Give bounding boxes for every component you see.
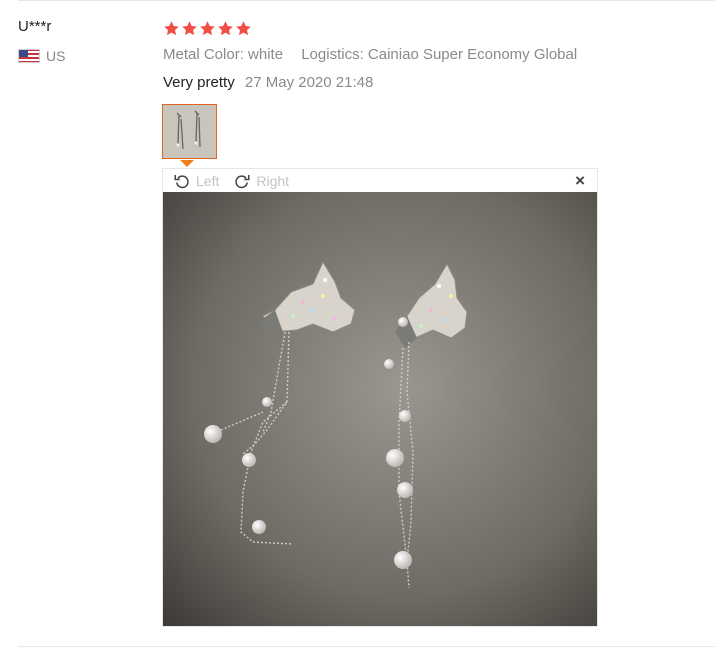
buyer-name: U***r — [18, 18, 52, 35]
star-rating — [163, 20, 252, 37]
star-icon — [182, 21, 197, 36]
buyer-country: US — [18, 48, 65, 64]
earrings-photo — [163, 192, 597, 626]
attribute-logistics: Logistics: Cainiao Super Economy Global — [301, 46, 578, 63]
star-icon — [218, 21, 233, 36]
earrings-thumbnail-image — [163, 105, 216, 158]
star-icon — [200, 21, 215, 36]
country-code: US — [46, 48, 66, 64]
rotate-right-icon — [235, 174, 250, 188]
rotate-right-button[interactable]: Right — [233, 172, 289, 190]
attribute-metal-color: Metal Color: white — [163, 46, 284, 63]
us-flag-icon — [18, 49, 40, 63]
review-date: 27 May 2020 21:48 — [244, 74, 374, 91]
thumbnail-selected-caret — [180, 160, 194, 167]
bottom-divider — [18, 646, 715, 647]
feedback-text: Very pretty — [163, 74, 235, 91]
star-icon — [236, 21, 251, 36]
image-viewer: Left Right × — [162, 168, 598, 627]
rotate-left-button[interactable]: Left — [173, 172, 219, 190]
order-attributes: Metal Color: white Logistics: Cainiao Su… — [163, 46, 577, 63]
review-photo — [163, 192, 597, 626]
rotate-left-icon — [174, 174, 189, 188]
rotate-right-label: Right — [256, 172, 290, 189]
rotate-left-label: Left — [196, 172, 220, 189]
close-icon[interactable]: × — [575, 172, 585, 189]
review-image-thumbnail[interactable] — [162, 104, 217, 159]
star-icon — [164, 21, 179, 36]
viewer-toolbar: Left Right × — [163, 169, 597, 192]
feedback-line: Very pretty 27 May 2020 21:48 — [163, 74, 373, 91]
top-divider — [18, 0, 715, 1]
